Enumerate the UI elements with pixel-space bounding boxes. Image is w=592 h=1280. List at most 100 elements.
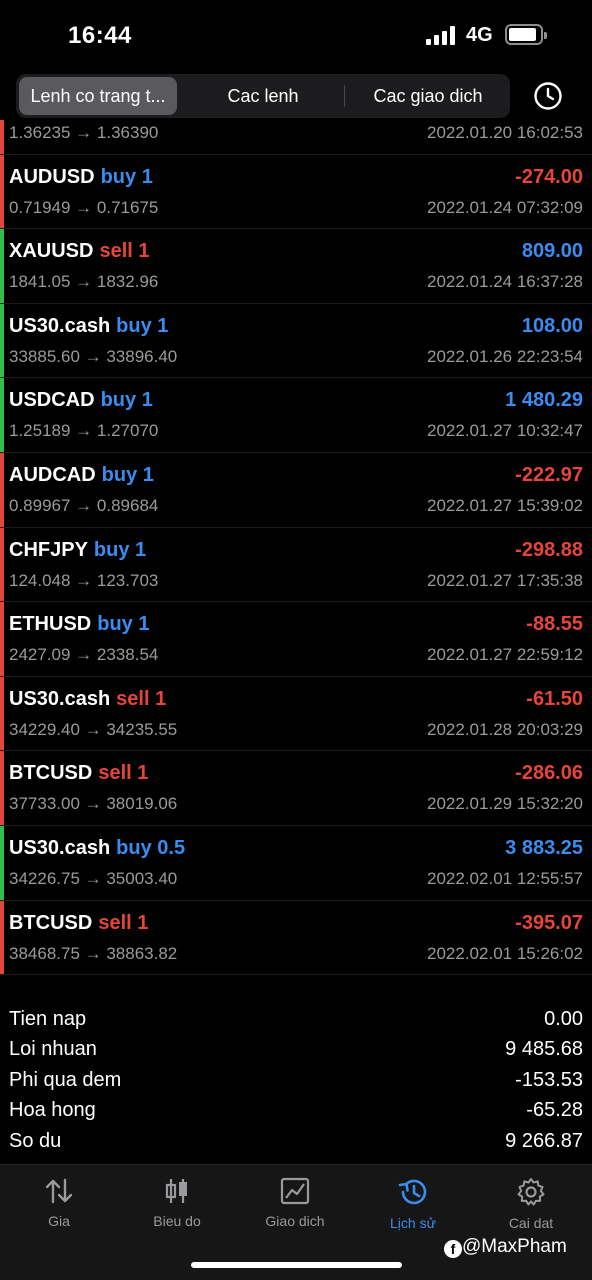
- close-time: 2022.01.27 17:35:38: [427, 570, 583, 590]
- price-range: 0.89967 → 0.89684: [9, 495, 159, 515]
- profit-value: -298.88: [515, 538, 583, 561]
- price-range: 1.25189 → 1.27070: [9, 421, 159, 441]
- symbol-name: US30.cash: [9, 687, 111, 710]
- watermark: f @MaxPham: [444, 1236, 567, 1258]
- volume: 1: [155, 687, 167, 710]
- trade-row[interactable]: CHFJPY buy 1 124.048 → 123.703 -298.88 2022.…: [0, 527, 592, 603]
- network-type: 4G: [466, 24, 493, 46]
- summary-value: -153.53: [515, 1068, 583, 1091]
- trade-side: sell 1: [98, 912, 148, 934]
- symbol-name: BTCUSD: [9, 762, 93, 785]
- side-label: sell: [98, 911, 132, 934]
- trade-symbol: AUDCAD buy 1: [9, 464, 154, 487]
- close-time: 2022.01.27 15:39:02: [427, 495, 583, 515]
- close-time: 2022.01.24 16:37:28: [427, 272, 583, 292]
- symbol-name: XAUUSD: [9, 240, 94, 263]
- close-time: 2022.01.24 07:32:09: [427, 197, 583, 217]
- side-label: buy: [116, 314, 152, 337]
- summary-label: Loi nhuan: [9, 1038, 97, 1061]
- volume: 1: [157, 314, 169, 337]
- volume: 1: [138, 613, 150, 636]
- tab-settings[interactable]: Cai dat: [472, 1177, 590, 1231]
- summary-value: -65.28: [526, 1099, 583, 1122]
- summary-label: Tien nap: [9, 1008, 87, 1030]
- chart-line-icon: [280, 1177, 310, 1205]
- profit-value: 1 480.29: [505, 389, 583, 412]
- trade-side: buy 1: [101, 166, 153, 188]
- tab-quotes[interactable]: Gia: [0, 1177, 118, 1229]
- tab-label: Gia: [48, 1213, 70, 1229]
- close-time: 2022.01.27 10:32:47: [427, 421, 583, 441]
- trade-row[interactable]: BTCUSD sell 1 38468.75 → 38863.82 -395.07 20…: [0, 900, 592, 976]
- arrows-updown-icon: [45, 1178, 73, 1204]
- trade-side: sell 1: [99, 240, 149, 262]
- summary-value: 9 485.68: [505, 1038, 583, 1061]
- tab-positions[interactable]: Lenh co trang t...: [19, 77, 177, 115]
- symbol-name: USDCAD: [9, 389, 95, 412]
- volume: 1: [137, 911, 149, 934]
- trade-row[interactable]: ETHUSD buy 1 2427.09 → 2338.54 -88.55 2022.0…: [0, 602, 592, 677]
- trade-row[interactable]: US30.cash sell 1 34229.40 → 34235.55 -61.50…: [0, 676, 592, 752]
- segment-divider: [344, 85, 345, 107]
- tab-label: Cai dat: [508, 1215, 554, 1231]
- home-indicator[interactable]: [191, 1262, 402, 1268]
- trade-symbol: BTCUSD sell 1: [9, 912, 148, 935]
- trade-row[interactable]: XAUUSD sell 1 1841.05 → 1832.96 809.00 2022.…: [0, 229, 592, 304]
- close-time: 2022.02.01 12:55:57: [427, 868, 583, 888]
- profit-value: -61.50: [526, 687, 583, 710]
- trade-side: buy 1: [101, 389, 153, 411]
- volume: 1: [141, 389, 153, 412]
- trade-row[interactable]: US30.cash buy 1 33885.60 → 33896.40 108.00 2…: [0, 303, 592, 379]
- tab-history[interactable]: Lịch sử: [354, 1177, 472, 1231]
- clock-icon[interactable]: [532, 80, 564, 112]
- account-summary: Tien nap 0.00 Loi nhuan 9 485.68 Phi qua dem…: [0, 1005, 592, 1157]
- candlestick-icon: [165, 1179, 187, 1203]
- watermark-text: @MaxPham: [462, 1236, 567, 1257]
- side-label: sell: [116, 687, 150, 710]
- status-time: 16:44: [68, 22, 132, 49]
- profit-value: 108.00: [521, 314, 583, 337]
- side-label: buy: [97, 613, 133, 636]
- pl-indicator: [0, 825, 4, 900]
- summary-value: 9 266.87: [505, 1129, 583, 1152]
- symbol-name: CHFJPY: [9, 538, 88, 561]
- trade-side: buy 1: [116, 315, 168, 337]
- summary-row: Hoa hong -65.28: [0, 1096, 592, 1126]
- trade-row[interactable]: BTCUSD sell 1 37733.00 → 38019.06 -286.06 20…: [0, 751, 592, 826]
- profit-value: -274.00: [515, 165, 583, 188]
- trade-symbol: AUDUSD buy 1: [9, 166, 153, 189]
- trade-row[interactable]: AUDUSD buy 1 0.71949 → 0.71675 -274.00 2022.…: [0, 154, 592, 230]
- tab-deals[interactable]: Cac giao dich: [348, 77, 508, 115]
- profit-value: 809.00: [521, 240, 583, 263]
- price-range: 38468.75 → 38863.82: [9, 943, 178, 963]
- trade-row[interactable]: AUDCAD buy 1 0.89967 → 0.89684 -222.97 2022.…: [0, 452, 592, 528]
- price-range: 2427.09 → 2338.54: [9, 645, 159, 665]
- price-range: 34229.40 → 34235.55: [9, 719, 178, 739]
- trade-row[interactable]: USDCAD buy 1 1.25189 → 1.27070 1 480.29 2022…: [0, 378, 592, 453]
- tab-orders[interactable]: Cac lenh: [184, 77, 342, 115]
- volume: 1: [135, 538, 147, 561]
- side-label: buy: [100, 165, 137, 188]
- pl-indicator: [0, 676, 4, 751]
- price-range: 33885.60 → 33896.40: [9, 346, 178, 366]
- tab-charts[interactable]: Bieu do: [118, 1177, 236, 1229]
- signal-icon: [426, 25, 458, 45]
- trade-row[interactable]: US30.cash buy 0.5 34226.75 → 35003.40 3 883…: [0, 825, 592, 901]
- tab-label: Lịch sử: [390, 1215, 436, 1231]
- segmented-control: Lenh co trang t... Cac lenh Cac giao dic…: [16, 74, 510, 118]
- trade-history-list[interactable]: GBPUSDsell 11.36235 → 1.36390-155.002022…: [0, 120, 592, 996]
- close-time: 2022.02.01 15:26:02: [427, 943, 583, 963]
- profit-value: -88.55: [526, 613, 583, 636]
- side-label: buy: [100, 389, 137, 412]
- price-range: 1.36235 → 1.36390: [9, 123, 159, 142]
- facebook-icon: f: [444, 1240, 462, 1258]
- trade-row[interactable]: GBPUSDsell 11.36235 → 1.36390-155.002022…: [0, 120, 592, 155]
- trade-side: buy 1: [102, 464, 154, 486]
- tab-trade[interactable]: Giao dich: [236, 1177, 354, 1229]
- symbol-name: AUDUSD: [9, 165, 95, 188]
- symbol-name: AUDCAD: [9, 463, 96, 486]
- profit-value: 3 883.25: [505, 836, 583, 859]
- trade-side: buy 1: [94, 539, 146, 561]
- symbol-name: BTCUSD: [9, 911, 93, 934]
- gear-icon: [517, 1178, 545, 1206]
